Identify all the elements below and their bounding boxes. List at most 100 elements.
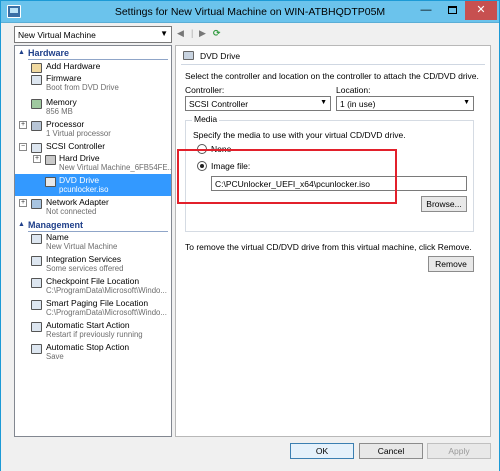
collapse-icon: ▲ xyxy=(18,221,25,228)
browse-button[interactable]: Browse... xyxy=(421,196,467,212)
vm-selector-dropdown[interactable]: New Virtual Machine ▼ xyxy=(14,26,172,43)
tree-item-memory[interactable]: Memory 856 MB xyxy=(15,96,171,118)
tree-item-label: DVD Drive xyxy=(59,175,100,185)
tree-item-name[interactable]: Name New Virtual Machine xyxy=(15,231,171,253)
panel-header: DVD Drive xyxy=(176,46,490,66)
header-divider xyxy=(181,64,485,65)
name-icon xyxy=(31,234,42,244)
ok-button[interactable]: OK xyxy=(290,443,354,459)
tree-item-subtext: C:\ProgramData\Microsoft\Windo... xyxy=(46,286,167,295)
expand-icon[interactable]: + xyxy=(19,199,27,207)
image-file-path-input[interactable]: C:\PCUnlocker_UEFI_x64\pcunlocker.iso xyxy=(211,176,467,191)
checkpoint-icon xyxy=(31,278,42,288)
hard-drive-icon xyxy=(45,155,56,165)
tree-item-checkpoint-file-location[interactable]: Checkpoint File Location C:\ProgramData\… xyxy=(15,275,171,297)
toolbar-separator: | xyxy=(191,28,194,38)
vm-selector-value: New Virtual Machine xyxy=(18,30,96,40)
minimize-button[interactable]: — xyxy=(413,1,439,20)
tree-item-label: Firmware xyxy=(46,73,82,83)
settings-detail-pane: ◀ | ▶ ⟳ DVD Drive Select the controller … xyxy=(175,26,491,437)
tree-item-network-adapter[interactable]: + Network Adapter Not connected xyxy=(15,196,171,218)
dvd-drive-settings: DVD Drive Select the controller and loca… xyxy=(175,45,491,437)
remove-button[interactable]: Remove xyxy=(428,256,474,272)
image-file-radio[interactable] xyxy=(197,161,207,171)
close-button[interactable]: ✕ xyxy=(465,1,497,20)
firmware-icon xyxy=(31,75,42,85)
tree-item-integration-services[interactable]: Integration Services Some services offer… xyxy=(15,253,171,275)
tree-item-processor[interactable]: + Processor 1 Virtual processor xyxy=(15,118,171,140)
tree-item-label: Hard Drive xyxy=(59,153,100,163)
tree-item-label: Integration Services xyxy=(46,254,122,264)
tree-item-label: Checkpoint File Location xyxy=(46,276,140,286)
nav-toolbar: ◀ | ▶ ⟳ xyxy=(175,26,491,42)
hardware-section-header[interactable]: ▲ Hardware xyxy=(15,47,171,60)
tree-item-automatic-stop-action[interactable]: Automatic Stop Action Save xyxy=(15,341,171,363)
dialog-button-bar: OK Cancel Apply xyxy=(1,437,499,471)
settings-tree: ▲ Hardware Add Hardware Firmware Boot fr… xyxy=(14,45,172,437)
chevron-down-icon: ▼ xyxy=(463,99,470,106)
tree-item-subtext: Restart if previously running xyxy=(46,330,143,339)
tree-item-subtext: 856 MB xyxy=(46,107,73,116)
tree-item-label: Memory xyxy=(46,97,77,107)
controller-description: Select the controller and location on th… xyxy=(185,71,479,81)
image-file-radio-label[interactable]: Image file: xyxy=(211,161,250,171)
tree-item-firmware[interactable]: Firmware Boot from DVD Drive xyxy=(15,72,171,94)
stop-action-icon xyxy=(31,344,42,354)
none-radio-label[interactable]: None xyxy=(211,144,231,154)
tree-item-subtext: Boot from DVD Drive xyxy=(46,83,119,92)
maximize-icon xyxy=(447,6,457,15)
tree-item-subtext: Some services offered xyxy=(46,264,124,273)
panel-title: DVD Drive xyxy=(200,51,241,61)
network-adapter-icon xyxy=(31,199,42,209)
tree-item-hard-drive[interactable]: + Hard Drive New Virtual Machine_6FB54FE… xyxy=(15,152,171,174)
refresh-icon[interactable]: ⟳ xyxy=(213,28,221,39)
collapse-icon: ▲ xyxy=(18,49,25,56)
forward-arrow-icon[interactable]: ▶ xyxy=(199,28,206,39)
none-radio[interactable] xyxy=(197,144,207,154)
back-arrow-icon[interactable]: ◀ xyxy=(177,28,184,39)
chevron-down-icon: ▼ xyxy=(160,29,168,38)
management-header-label: Management xyxy=(28,220,84,230)
image-file-path-value: C:\PCUnlocker_UEFI_x64\pcunlocker.iso xyxy=(215,179,370,189)
tree-item-automatic-start-action[interactable]: Automatic Start Action Restart if previo… xyxy=(15,319,171,341)
tree-item-label: Automatic Start Action xyxy=(46,320,130,330)
media-description: Specify the media to use with your virtu… xyxy=(193,130,406,140)
tree-item-subtext: New Virtual Machine_6FB54FE... xyxy=(59,163,172,172)
tree-item-label: Name xyxy=(46,232,69,242)
controller-dropdown[interactable]: SCSI Controller ▼ xyxy=(185,96,331,111)
tree-item-label: Processor xyxy=(46,119,85,129)
tree-item-label: Automatic Stop Action xyxy=(46,342,130,352)
tree-item-subtext: Save xyxy=(46,352,64,361)
maximize-button[interactable] xyxy=(439,1,465,20)
remove-description: To remove the virtual CD/DVD drive from … xyxy=(185,242,472,252)
tree-item-subtext: pcunlocker.iso xyxy=(59,185,109,194)
location-value: 1 (in use) xyxy=(340,99,376,109)
controller-label: Controller: xyxy=(185,85,225,95)
tree-item-subtext: Not connected xyxy=(46,207,97,216)
dvd-drive-icon xyxy=(183,51,194,60)
management-section-header[interactable]: ▲ Management xyxy=(15,219,171,232)
expand-icon[interactable]: + xyxy=(33,155,41,163)
tree-item-label: Smart Paging File Location xyxy=(46,298,149,308)
location-dropdown[interactable]: 1 (in use) ▼ xyxy=(336,96,474,111)
apply-button[interactable]: Apply xyxy=(427,443,491,459)
tree-item-label: Network Adapter xyxy=(46,197,109,207)
start-action-icon xyxy=(31,322,42,332)
expand-icon[interactable]: + xyxy=(19,121,27,129)
media-legend: Media xyxy=(192,114,220,124)
location-label: Location: xyxy=(336,85,371,95)
tree-item-smart-paging-file-location[interactable]: Smart Paging File Location C:\ProgramDat… xyxy=(15,297,171,319)
collapse-tree-icon[interactable]: − xyxy=(19,143,27,151)
title-bar[interactable]: Settings for New Virtual Machine on WIN-… xyxy=(1,1,499,23)
memory-icon xyxy=(31,99,42,109)
integration-services-icon xyxy=(31,256,42,266)
smart-paging-icon xyxy=(31,300,42,310)
tree-item-subtext: C:\ProgramData\Microsoft\Windo... xyxy=(46,308,167,317)
tree-item-subtext: New Virtual Machine xyxy=(46,242,118,251)
tree-item-label: Add Hardware xyxy=(46,61,101,71)
tree-item-subtext: 1 Virtual processor xyxy=(46,129,111,138)
cancel-button[interactable]: Cancel xyxy=(359,443,423,459)
tree-item-dvd-drive[interactable]: DVD Drive pcunlocker.iso xyxy=(15,174,171,196)
processor-icon xyxy=(31,121,42,131)
controller-value: SCSI Controller xyxy=(189,99,249,109)
